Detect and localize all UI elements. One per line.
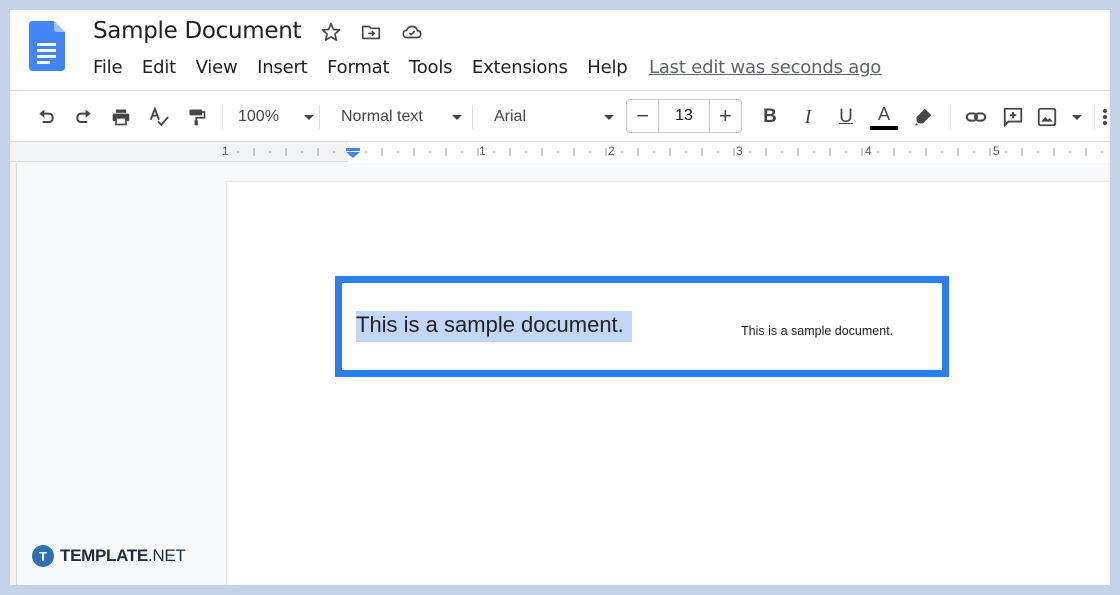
- toolbar-separator: [319, 105, 320, 129]
- watermark-suffix: .NET: [147, 546, 186, 565]
- menu-format[interactable]: Format: [327, 57, 389, 78]
- document-title[interactable]: Sample Document: [93, 18, 302, 44]
- bold-button[interactable]: B: [756, 91, 784, 143]
- ruler-number: 4: [865, 144, 872, 158]
- menu-edit[interactable]: Edit: [142, 57, 176, 78]
- spellcheck-icon[interactable]: [145, 91, 173, 143]
- chevron-down-icon: [452, 114, 462, 120]
- ruler-ticks: [237, 148, 1103, 156]
- zoom-dropdown[interactable]: 100%: [238, 91, 314, 143]
- menu-view[interactable]: View: [196, 57, 238, 78]
- template-logo-icon: T: [32, 545, 54, 567]
- ruler-number: 1: [479, 144, 486, 158]
- text-color-swatch: [870, 125, 898, 130]
- increase-font-size-button[interactable]: +: [710, 100, 741, 132]
- add-comment-icon[interactable]: [998, 91, 1028, 143]
- indent-marker-icon[interactable]: [346, 148, 360, 158]
- menu-extensions[interactable]: Extensions: [472, 57, 568, 78]
- chevron-down-icon: [304, 114, 314, 120]
- ruler-number: 5: [993, 144, 1000, 158]
- toolbar-separator: [222, 105, 223, 129]
- text-color-button[interactable]: A: [868, 91, 900, 143]
- toolbar-separator: [472, 105, 473, 129]
- star-icon[interactable]: [319, 20, 343, 44]
- highlight-pen-icon[interactable]: [908, 91, 938, 143]
- move-to-folder-icon[interactable]: [359, 20, 383, 44]
- zoom-value: 100%: [238, 108, 279, 125]
- print-icon[interactable]: [107, 91, 135, 143]
- selected-text[interactable]: This is a sample document.: [356, 311, 632, 342]
- italic-button[interactable]: I: [794, 91, 822, 143]
- style-dropdown[interactable]: Normal text: [341, 91, 462, 143]
- app-window: Sample Document File Edit View Insert Fo…: [10, 10, 1110, 585]
- watermark-brand: TEMPLATE: [60, 546, 148, 565]
- font-size-control: − 13 +: [626, 99, 742, 133]
- font-value: Arial: [494, 108, 527, 125]
- template-net-watermark: T TEMPLATE.NET: [32, 545, 186, 567]
- ruler-number: 2: [608, 144, 615, 158]
- horizontal-ruler[interactable]: 1 1 2 3 4 5: [10, 142, 1110, 162]
- toolbar: 100% Normal text Arial B I U A: [10, 90, 1110, 142]
- redo-icon[interactable]: [70, 91, 98, 143]
- ruler-number: 1: [222, 144, 229, 158]
- insert-link-icon[interactable]: [961, 91, 991, 143]
- google-docs-logo-icon[interactable]: [29, 21, 65, 71]
- paint-format-icon[interactable]: [183, 91, 211, 143]
- style-value: Normal text: [341, 108, 423, 125]
- menu-insert[interactable]: Insert: [257, 57, 308, 78]
- toolbar-separator: [1094, 105, 1095, 129]
- chevron-down-icon: [1072, 114, 1082, 120]
- ruler-number: 3: [736, 144, 743, 158]
- more-options-icon[interactable]: [1100, 91, 1110, 143]
- underline-button[interactable]: U: [832, 91, 860, 143]
- undo-icon[interactable]: [32, 91, 60, 143]
- toolbar-separator: [950, 105, 951, 129]
- vertical-ruler[interactable]: [10, 163, 17, 585]
- document-page[interactable]: [227, 182, 1110, 585]
- chevron-down-icon: [604, 114, 614, 120]
- body-text[interactable]: This is a sample document.: [741, 324, 893, 338]
- image-icon: [1037, 107, 1057, 127]
- insert-image-dropdown[interactable]: [1036, 91, 1082, 143]
- last-edit-link[interactable]: Last edit was seconds ago: [649, 57, 881, 78]
- menu-tools[interactable]: Tools: [409, 57, 453, 78]
- menu-help[interactable]: Help: [587, 57, 627, 78]
- cloud-saved-icon[interactable]: [400, 20, 424, 44]
- decrease-font-size-button[interactable]: −: [627, 100, 658, 132]
- font-dropdown[interactable]: Arial: [494, 91, 614, 143]
- menu-bar: File Edit View Insert Format Tools Exten…: [93, 57, 647, 78]
- font-size-input[interactable]: 13: [658, 100, 710, 132]
- menu-file[interactable]: File: [93, 57, 123, 78]
